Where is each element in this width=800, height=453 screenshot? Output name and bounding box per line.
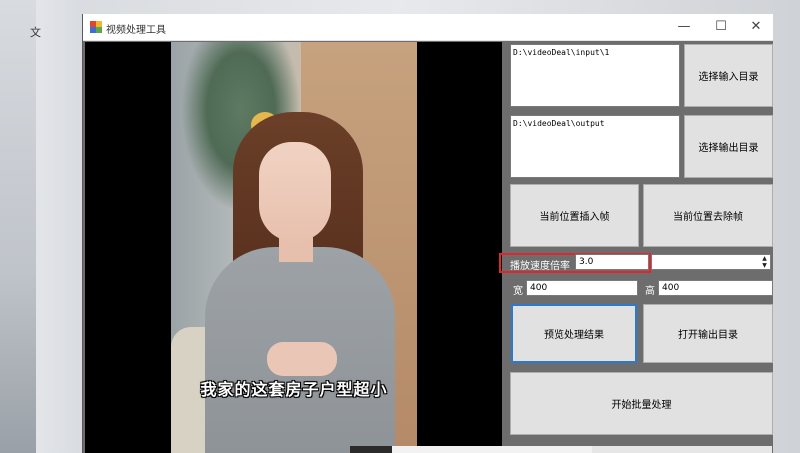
preview-button[interactable]: 预览处理结果 xyxy=(511,304,637,363)
app-window: 视频处理工具 — ☐ ✕ 我家的这套房子户型超小 D:\videoDeal\in… xyxy=(82,14,773,453)
taskbar-fragment-dark xyxy=(350,446,392,453)
spin-down-icon[interactable]: ▼ xyxy=(760,262,769,269)
window-title: 视频处理工具 xyxy=(106,25,166,36)
speed-input[interactable]: 3.0 xyxy=(575,254,649,270)
video-subtitle: 我家的这套房子户型超小 xyxy=(200,380,388,399)
select-input-button[interactable]: 选择输入目录 xyxy=(684,44,773,107)
title-bar[interactable]: 视频处理工具 — ☐ ✕ xyxy=(83,14,773,41)
start-batch-button[interactable]: 开始批量处理 xyxy=(510,372,773,435)
select-output-button[interactable]: 选择输出目录 xyxy=(684,115,773,178)
height-label: 高 xyxy=(645,286,655,297)
open-output-button[interactable]: 打开输出目录 xyxy=(643,304,773,363)
video-preview[interactable]: 我家的这套房子户型超小 xyxy=(85,42,502,453)
taskbar-fragment-light xyxy=(392,446,592,453)
desktop-left-strip xyxy=(0,0,36,453)
person-face xyxy=(259,142,331,242)
video-frame: 我家的这套房子户型超小 xyxy=(171,42,417,453)
spin-up-icon[interactable]: ▲ xyxy=(760,255,769,262)
insert-frame-button[interactable]: 当前位置插入帧 xyxy=(510,184,639,247)
remove-frame-button[interactable]: 当前位置去除帧 xyxy=(643,184,773,247)
close-button[interactable]: ✕ xyxy=(738,14,774,40)
maximize-button[interactable]: ☐ xyxy=(703,14,739,40)
speed-label: 播放速度倍率 xyxy=(510,261,570,272)
person-hands xyxy=(267,342,337,376)
input-path-box[interactable]: D:\videoDeal\input\1 xyxy=(510,44,680,107)
speed-extra-field[interactable] xyxy=(651,254,771,270)
height-input[interactable]: 400 xyxy=(658,280,773,296)
width-input[interactable]: 400 xyxy=(526,280,638,296)
output-path-box[interactable]: D:\videoDeal\output xyxy=(510,115,680,178)
width-label: 宽 xyxy=(513,286,523,297)
desktop-glyph: 文 xyxy=(30,26,41,39)
minimize-button[interactable]: — xyxy=(666,14,702,40)
taskbar-fragment-gray xyxy=(592,446,772,453)
app-icon xyxy=(90,21,102,33)
